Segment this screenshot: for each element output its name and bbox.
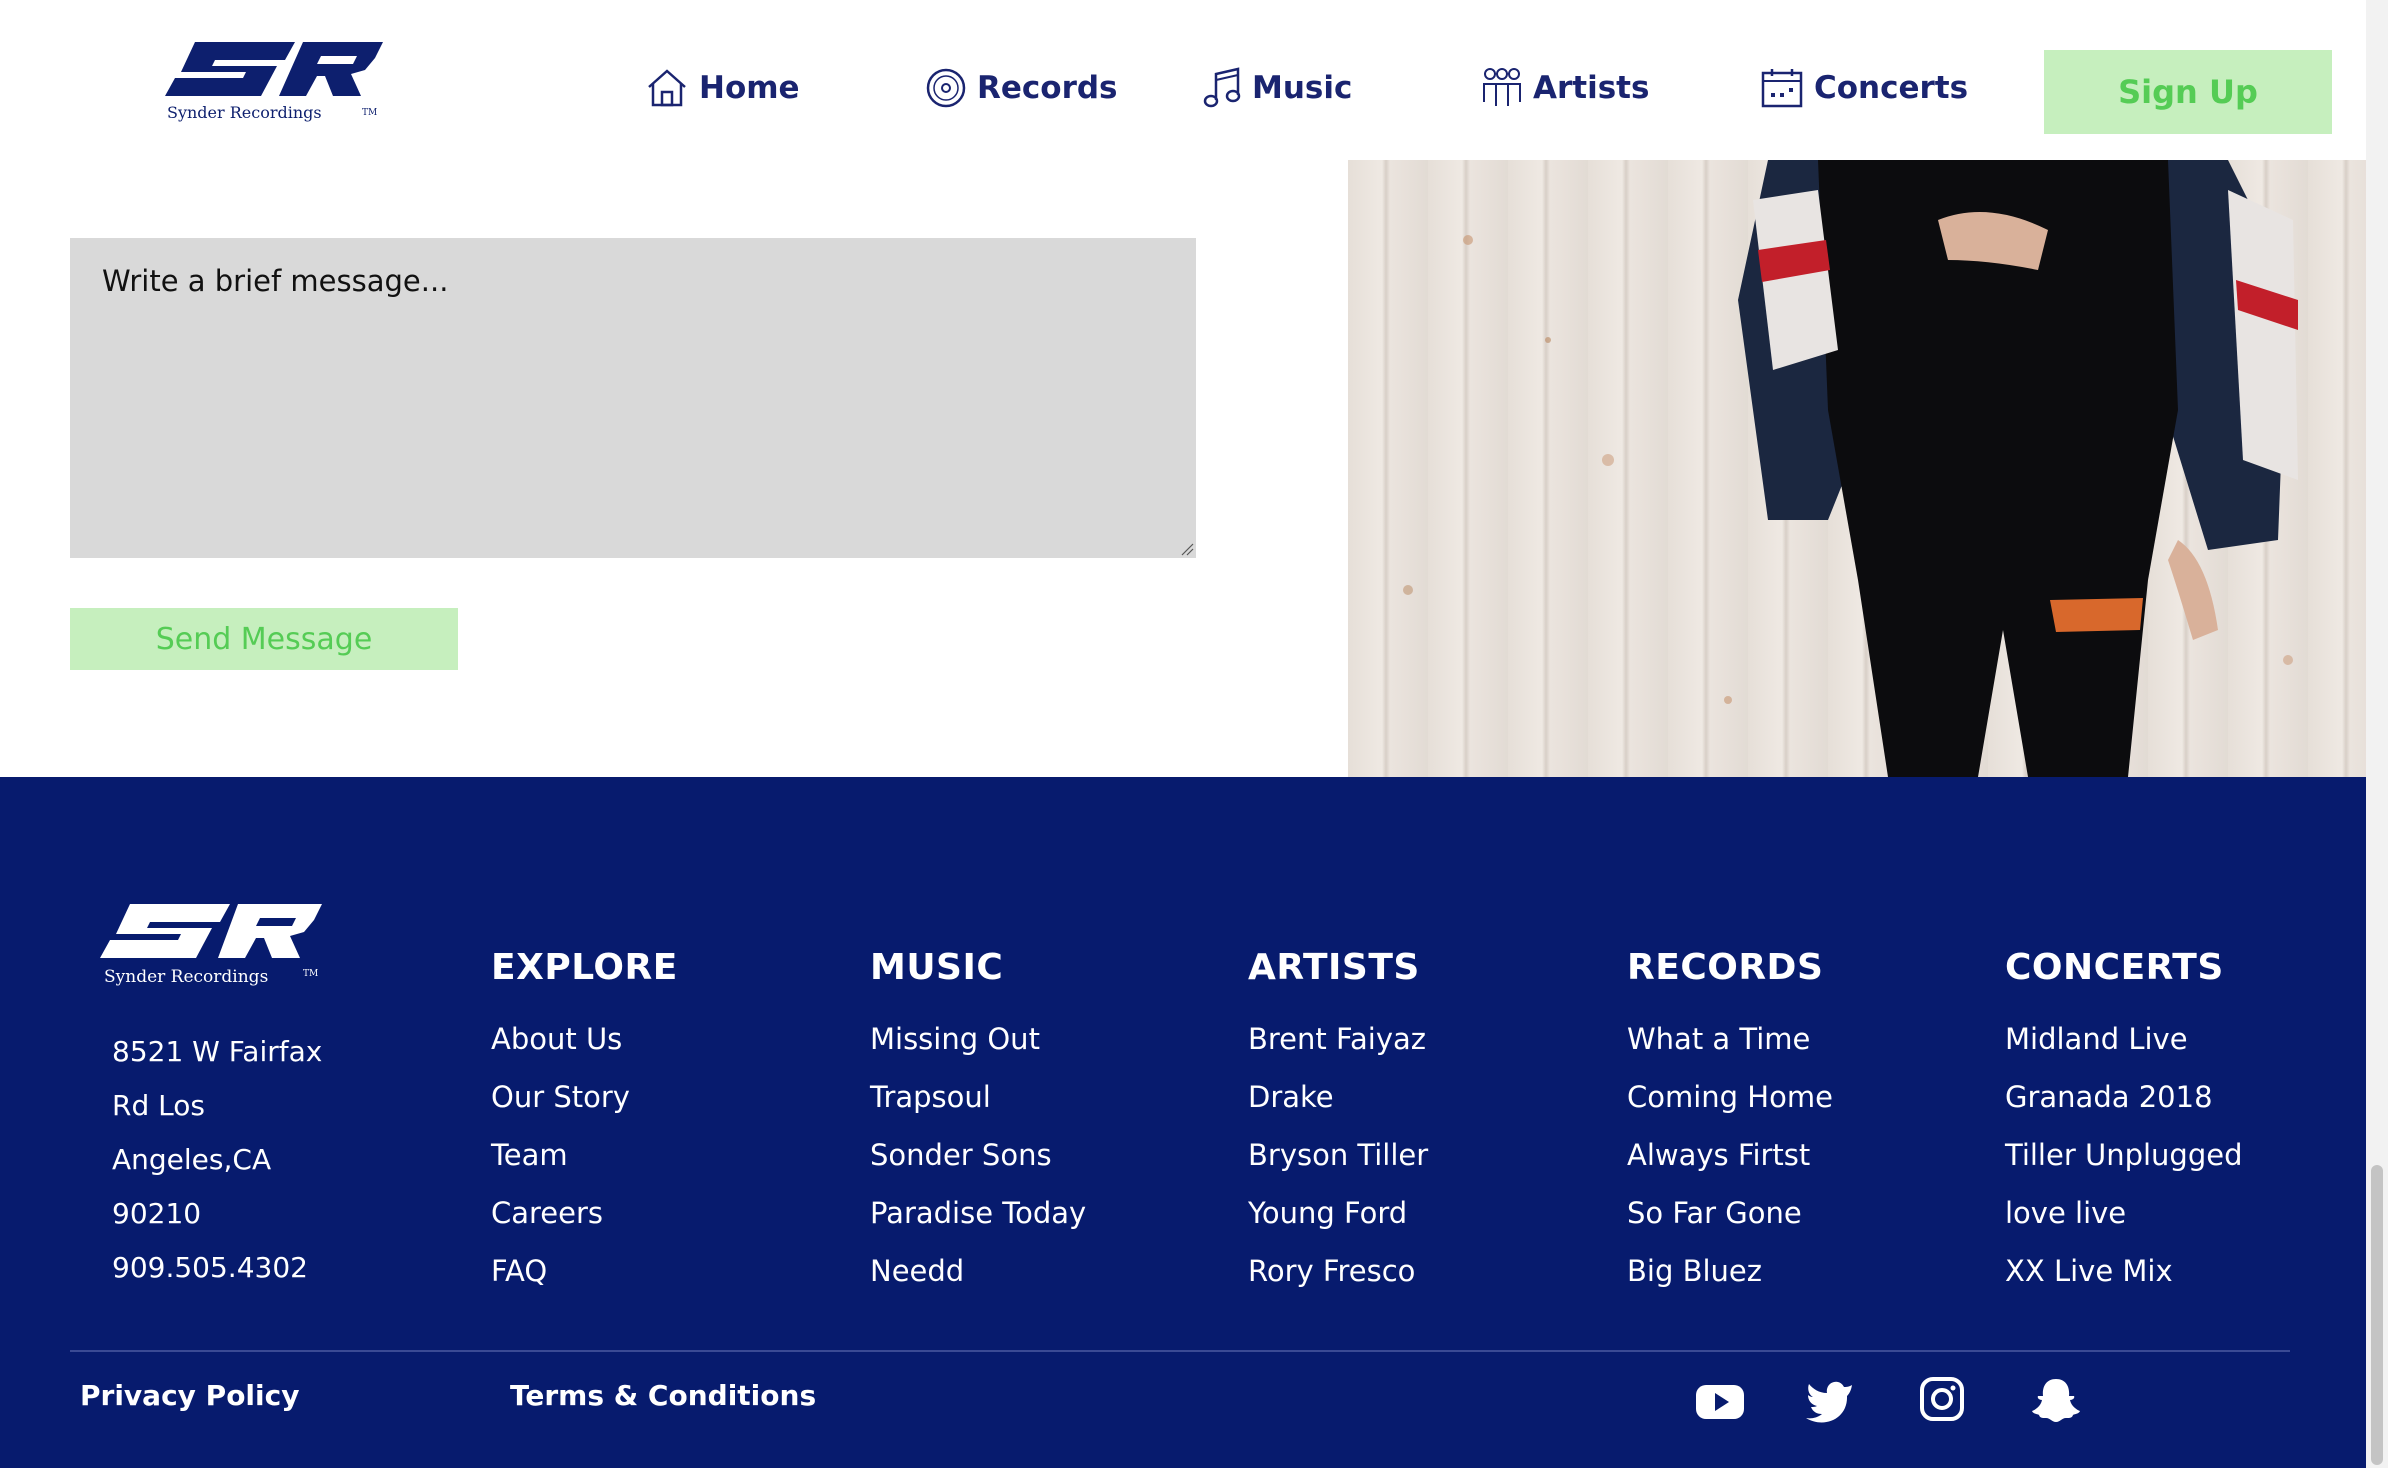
footer-link[interactable]: Brent Faiyaz <box>1248 1010 1428 1068</box>
nav-concerts[interactable]: Concerts <box>1760 58 1968 118</box>
footer-link[interactable]: Our Story <box>491 1068 678 1126</box>
send-message-button[interactable]: Send Message <box>70 608 458 670</box>
sign-up-button[interactable]: Sign Up <box>2044 50 2332 134</box>
terms-conditions-link[interactable]: Terms & Conditions <box>510 1379 816 1412</box>
scrollbar-thumb[interactable] <box>2371 1165 2383 1465</box>
record-disc-icon <box>926 68 966 108</box>
footer-link[interactable]: Young Ford <box>1248 1184 1428 1242</box>
address-line: 90210 <box>112 1197 202 1230</box>
column-heading: ARTISTS <box>1248 947 1420 988</box>
footer-link[interactable]: Rory Fresco <box>1248 1242 1428 1300</box>
nav-home[interactable]: Home <box>645 58 800 118</box>
nav-home-label: Home <box>699 70 800 106</box>
footer-link[interactable]: So Far Gone <box>1627 1184 1833 1242</box>
footer-link[interactable]: Team <box>491 1126 678 1184</box>
footer-link[interactable]: Tiller Unplugged <box>2005 1126 2243 1184</box>
footer-link[interactable]: Coming Home <box>1627 1068 1833 1126</box>
footer-link[interactable]: Midland Live <box>2005 1010 2243 1068</box>
twitter-icon[interactable] <box>1804 1375 1856 1425</box>
footer-link[interactable]: Careers <box>491 1184 678 1242</box>
nav-artists[interactable]: Artists <box>1481 58 1649 118</box>
footer-link[interactable]: Sonder Sons <box>870 1126 1086 1184</box>
music-note-icon <box>1203 67 1241 108</box>
home-icon <box>648 69 686 107</box>
footer-link[interactable]: What a Time <box>1627 1010 1833 1068</box>
footer-logo-tagline: Synder Recordings <box>104 967 268 987</box>
footer-column-concerts: CONCERTS Midland Live Granada 2018 Tille… <box>2005 947 2243 1300</box>
column-heading: MUSIC <box>870 947 1004 988</box>
message-placeholder: Write a brief message... <box>102 264 449 298</box>
footer-logo[interactable]: Synder Recordings TM <box>100 902 328 994</box>
column-heading: RECORDS <box>1627 947 1824 988</box>
footer-link[interactable]: About Us <box>491 1010 678 1068</box>
phone-number: 909.505.4302 <box>112 1251 308 1284</box>
artist-photo-illustration <box>1403 160 2298 777</box>
footer-link[interactable]: love live <box>2005 1184 2243 1242</box>
column-heading: CONCERTS <box>2005 947 2224 988</box>
address-line: 8521 W Fairfax <box>112 1035 323 1068</box>
column-heading: EXPLORE <box>491 947 678 988</box>
resize-grip-icon[interactable] <box>1180 542 1194 556</box>
address-line: Angeles,CA <box>112 1143 272 1176</box>
footer-link[interactable]: Trapsoul <box>870 1068 1086 1126</box>
footer-link[interactable]: FAQ <box>491 1242 678 1300</box>
message-textarea[interactable]: Write a brief message... <box>70 238 1196 558</box>
nav-records-label: Records <box>977 70 1118 106</box>
instagram-icon[interactable] <box>1916 1375 1968 1425</box>
privacy-policy-link[interactable]: Privacy Policy <box>80 1379 299 1412</box>
synder-recordings-logo[interactable]: Synder Recordings TM <box>165 40 387 130</box>
footer-link[interactable]: XX Live Mix <box>2005 1242 2243 1300</box>
footer-logo-trademark: TM <box>303 969 318 979</box>
footer-column-records: RECORDS What a Time Coming Home Always F… <box>1627 947 1833 1300</box>
footer-column-music: MUSIC Missing Out Trapsoul Sonder Sons P… <box>870 947 1086 1300</box>
nav-records[interactable]: Records <box>925 58 1118 118</box>
logo-tagline: Synder Recordings <box>167 103 322 122</box>
nav-music[interactable]: Music <box>1202 58 1352 118</box>
footer-link[interactable]: Paradise Today <box>870 1184 1086 1242</box>
people-icon <box>1483 68 1521 106</box>
artist-photo <box>1348 160 2366 777</box>
address-line: Rd Los <box>112 1089 205 1122</box>
footer-column-artists: ARTISTS Brent Faiyaz Drake Bryson Tiller… <box>1248 947 1428 1300</box>
snapchat-icon[interactable] <box>2030 1375 2082 1425</box>
logo-trademark: TM <box>362 108 377 118</box>
site-footer: Synder Recordings TM 8521 W Fairfax Rd L… <box>0 777 2366 1468</box>
youtube-icon[interactable] <box>1694 1375 1746 1425</box>
nav-music-label: Music <box>1252 70 1353 106</box>
nav-concerts-label: Concerts <box>1814 70 1969 106</box>
footer-link[interactable]: Always Firtst <box>1627 1126 1833 1184</box>
top-navigation-bar: Synder Recordings TM Home Records Music <box>0 0 2366 160</box>
footer-link[interactable]: Bryson Tiller <box>1248 1126 1428 1184</box>
footer-divider <box>70 1350 2290 1352</box>
footer-link[interactable]: Granada 2018 <box>2005 1068 2243 1126</box>
footer-link[interactable]: Missing Out <box>870 1010 1086 1068</box>
company-address: 8521 W Fairfax Rd Los Angeles,CA 90210 9… <box>112 1025 342 1295</box>
footer-link[interactable]: Needd <box>870 1242 1086 1300</box>
footer-column-explore: EXPLORE About Us Our Story Team Careers … <box>491 947 678 1300</box>
nav-artists-label: Artists <box>1533 70 1650 106</box>
footer-link[interactable]: Big Bluez <box>1627 1242 1833 1300</box>
calendar-icon <box>1761 69 1803 108</box>
footer-link[interactable]: Drake <box>1248 1068 1428 1126</box>
